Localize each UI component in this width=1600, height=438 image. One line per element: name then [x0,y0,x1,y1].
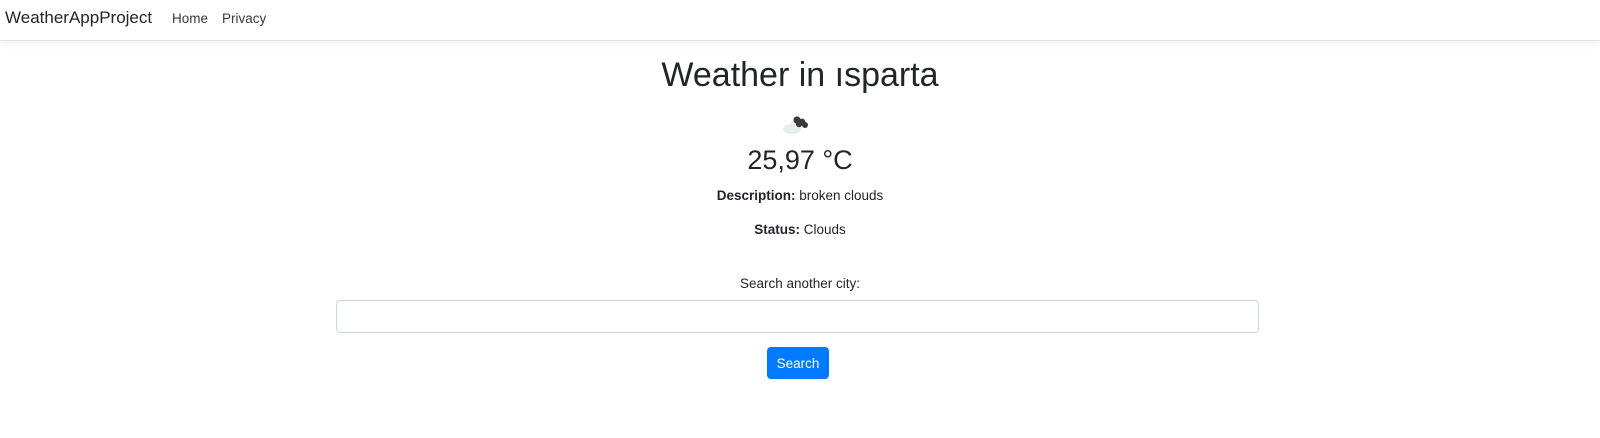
status-label: Status: [754,222,800,237]
navbar: WeatherAppProject Home Privacy [0,0,1600,41]
brand-link[interactable]: WeatherAppProject [5,8,152,28]
status-value: Clouds [799,222,846,237]
city-search-input[interactable] [336,300,1259,333]
description-value: broken clouds [795,188,884,203]
description-line: Description: broken clouds [0,188,1600,203]
nav-link-home[interactable]: Home [172,11,208,26]
temperature: 25,97 °C [747,145,853,175]
search-label: Search another city: [739,276,861,291]
broken-clouds-icon [780,112,816,136]
status-line: Status: Clouds [0,222,1600,237]
description-label: Description: [716,188,796,203]
weather-title: Weather in ısparta [661,56,939,94]
search-button[interactable]: Search [767,347,829,379]
nav-link-privacy[interactable]: Privacy [222,11,266,26]
